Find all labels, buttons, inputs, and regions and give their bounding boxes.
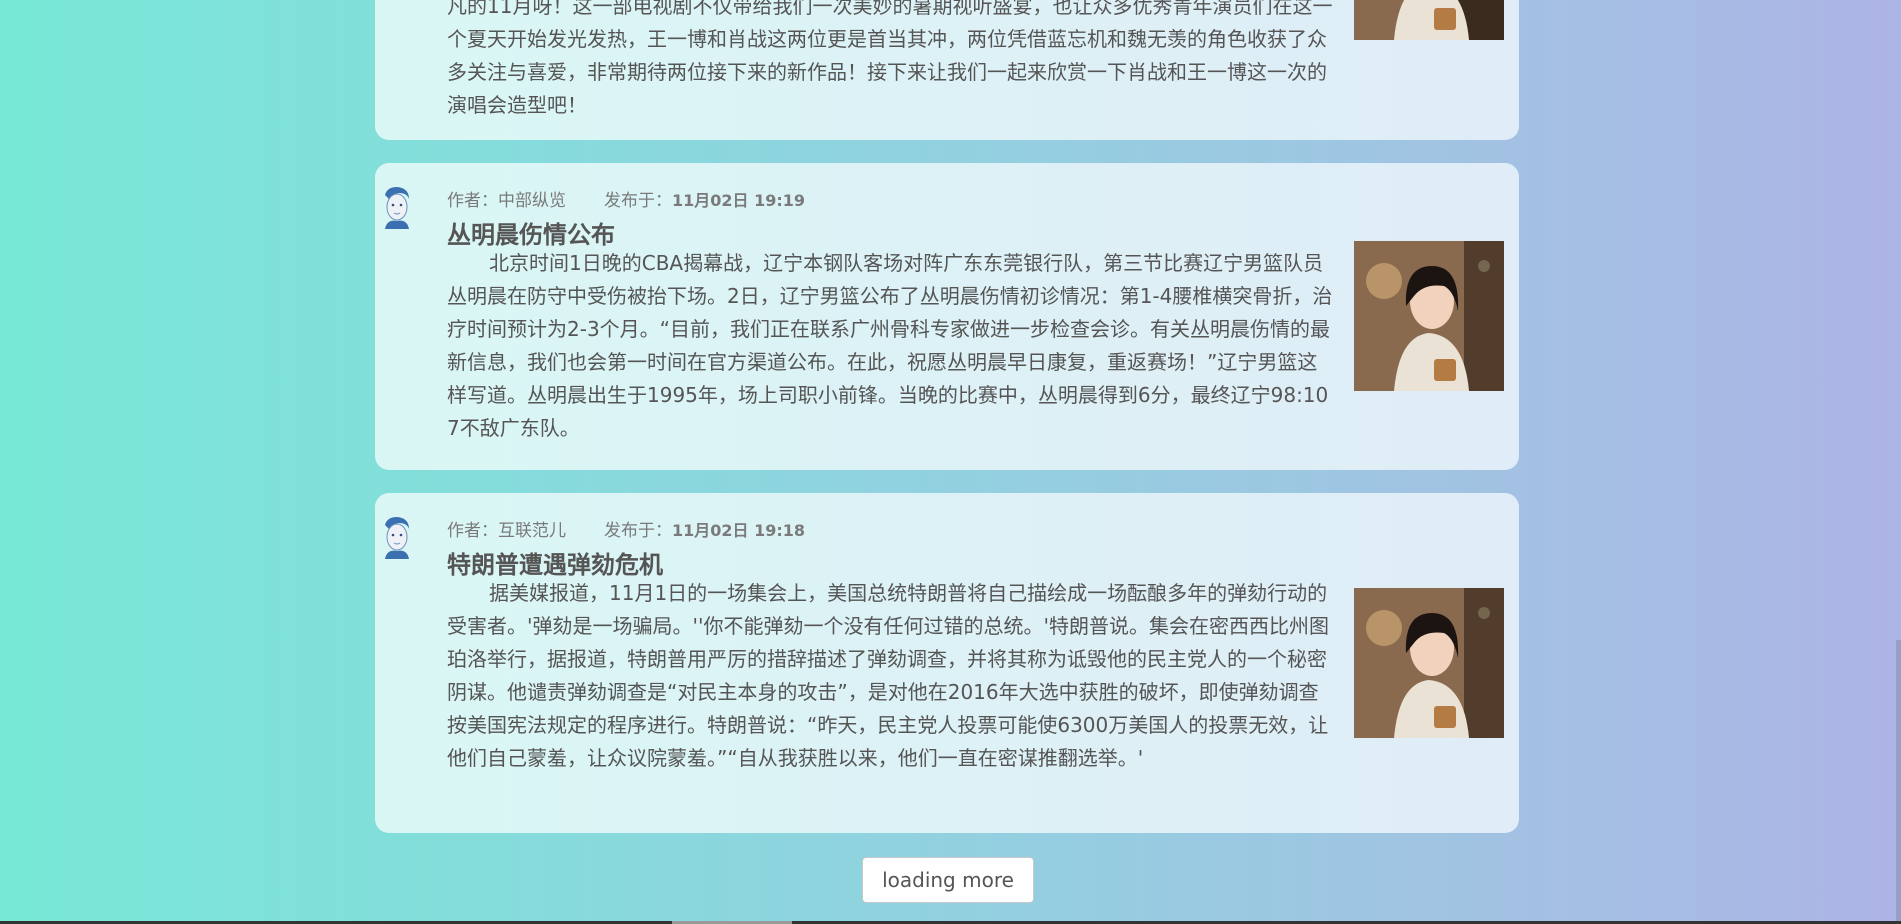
- article-thumbnail[interactable]: [1354, 241, 1504, 391]
- article-title[interactable]: 丛明晨伤情公布: [447, 215, 615, 250]
- article-meta: 作者：中部纵览 发布于：11月02日 19:19: [447, 186, 805, 211]
- load-more-button[interactable]: loading more: [862, 857, 1034, 903]
- avatar-icon: [385, 517, 409, 559]
- vertical-scrollbar[interactable]: [1895, 0, 1901, 924]
- article-title[interactable]: 特朗普遭遇弹劾危机: [447, 545, 663, 580]
- page: 凡的11月呀！这一部电视剧不仅带给我们一次美妙的暑期视听盛宴，也让众多优秀青年演…: [0, 0, 1901, 924]
- publish-date: 11月02日 19:18: [672, 521, 806, 540]
- article-body: 据美媒报道，11月1日的一场集会上，美国总统特朗普将自己描绘成一场酝酿多年的弹劾…: [447, 581, 1329, 770]
- avatar-icon: [385, 187, 409, 229]
- author-label: 作者：中部纵览: [447, 191, 566, 211]
- date-label: 发布于：: [604, 191, 672, 211]
- article-body: 凡的11月呀！这一部电视剧不仅带给我们一次美妙的暑期视听盛宴，也让众多优秀青年演…: [447, 0, 1333, 117]
- author-label: 作者：互联范儿: [447, 521, 566, 541]
- date-label: 发布于：: [604, 521, 672, 541]
- article-thumbnail[interactable]: [1354, 588, 1504, 738]
- article-card[interactable]: 作者：互联范儿 发布于：11月02日 19:18 特朗普遭遇弹劾危机 据美媒报道，…: [375, 493, 1519, 833]
- article-thumbnail[interactable]: [1354, 0, 1504, 40]
- article-card[interactable]: 作者：中部纵览 发布于：11月02日 19:19 丛明晨伤情公布 北京时间1日晚的…: [375, 163, 1519, 470]
- article-body: 北京时间1日晚的CBA揭幕战，辽宁本钢队客场对阵广东东莞银行队，第三节比赛辽宁男…: [447, 251, 1333, 440]
- scrollbar-thumb[interactable]: [1896, 640, 1901, 924]
- publish-date: 11月02日 19:19: [672, 191, 806, 210]
- article-meta: 作者：互联范儿 发布于：11月02日 19:18: [447, 516, 805, 541]
- article-card[interactable]: 凡的11月呀！这一部电视剧不仅带给我们一次美妙的暑期视听盛宴，也让众多优秀青年演…: [375, 0, 1519, 140]
